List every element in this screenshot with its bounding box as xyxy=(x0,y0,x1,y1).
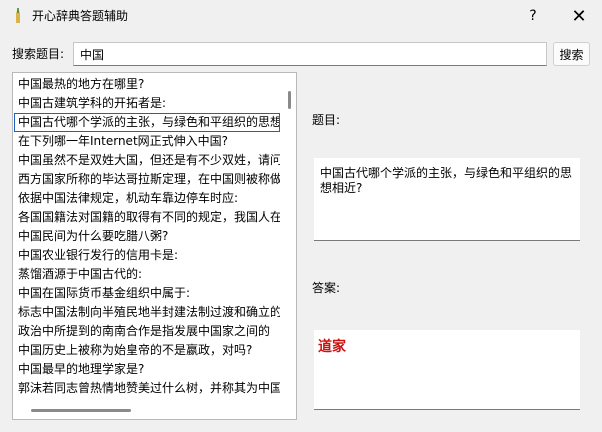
list-item[interactable]: 依据中国法律规定，机动车靠边停车时应: xyxy=(14,189,280,208)
help-icon: ? xyxy=(529,8,537,24)
search-button[interactable]: 搜索 xyxy=(553,42,590,66)
app-icon xyxy=(16,8,20,23)
list-item[interactable]: 中国历史上被称为始皇帝的不是嬴政，对吗? xyxy=(14,341,280,360)
list-item[interactable]: 中国古代哪个学派的主张，与绿色和平组织的思想 xyxy=(14,113,280,132)
vertical-scrollbar[interactable] xyxy=(288,91,291,109)
answer-label: 答案: xyxy=(312,281,341,295)
list-item[interactable]: 中国最早的地理学家是? xyxy=(14,360,280,379)
list-item[interactable]: 蒸馏酒源于中国古代的: xyxy=(14,265,280,284)
horizontal-scrollbar[interactable] xyxy=(31,409,131,412)
question-label: 题目: xyxy=(312,113,341,127)
window-title: 开心辞典答题辅助 xyxy=(32,9,129,23)
close-button[interactable]: ✕ xyxy=(556,0,602,32)
list-item[interactable]: 中国虽然不是双姓大国，但还是有不少双姓，请问 xyxy=(14,151,280,170)
search-label: 搜索题目: xyxy=(12,47,65,61)
list-item[interactable]: 中国民间为什么要吃腊八粥? xyxy=(14,227,280,246)
title-bar: 开心辞典答题辅助 ? ✕ xyxy=(0,0,602,32)
search-input[interactable] xyxy=(73,42,547,66)
list-item[interactable]: 中国在国际货币基金组织中属于: xyxy=(14,284,280,303)
results-list-items: 中国最热的地方在哪里? 中国古建筑学科的开拓者是: 中国古代哪个学派的主张，与绿色和… xyxy=(14,75,280,400)
list-item[interactable]: 郭沫若同志曾热情地赞美过什么树，并称其为中国 xyxy=(14,379,280,398)
results-list[interactable]: 中国最热的地方在哪里? 中国古建筑学科的开拓者是: 中国古代哪个学派的主张，与绿色和… xyxy=(12,72,297,420)
list-item[interactable]: 中国农业银行发行的信用卡是: xyxy=(14,246,280,265)
list-item[interactable]: 政治中所提到的南南合作是指发展中国家之间的 xyxy=(14,322,280,341)
list-item[interactable]: 中国古建筑学科的开拓者是: xyxy=(14,94,280,113)
help-button[interactable]: ? xyxy=(510,0,556,32)
question-text[interactable]: 中国古代哪个学派的主张，与绿色和平组织的思想相近? xyxy=(314,158,580,241)
list-item[interactable]: 在下列哪一年Internet网正式伸入中国? xyxy=(14,132,280,151)
list-item[interactable]: 中国最热的地方在哪里? xyxy=(14,75,280,94)
answer-text[interactable]: 道家 xyxy=(314,330,580,410)
list-item[interactable]: 西方国家所称的毕达哥拉斯定理，在中国则被称做 xyxy=(14,170,280,189)
list-item[interactable]: 标志中国法制向半殖民地半封建法制过渡和确立的 xyxy=(14,303,280,322)
list-item[interactable]: 各国国籍法对国籍的取得有不同的规定，我国人在 xyxy=(14,208,280,227)
close-icon: ✕ xyxy=(571,5,587,27)
